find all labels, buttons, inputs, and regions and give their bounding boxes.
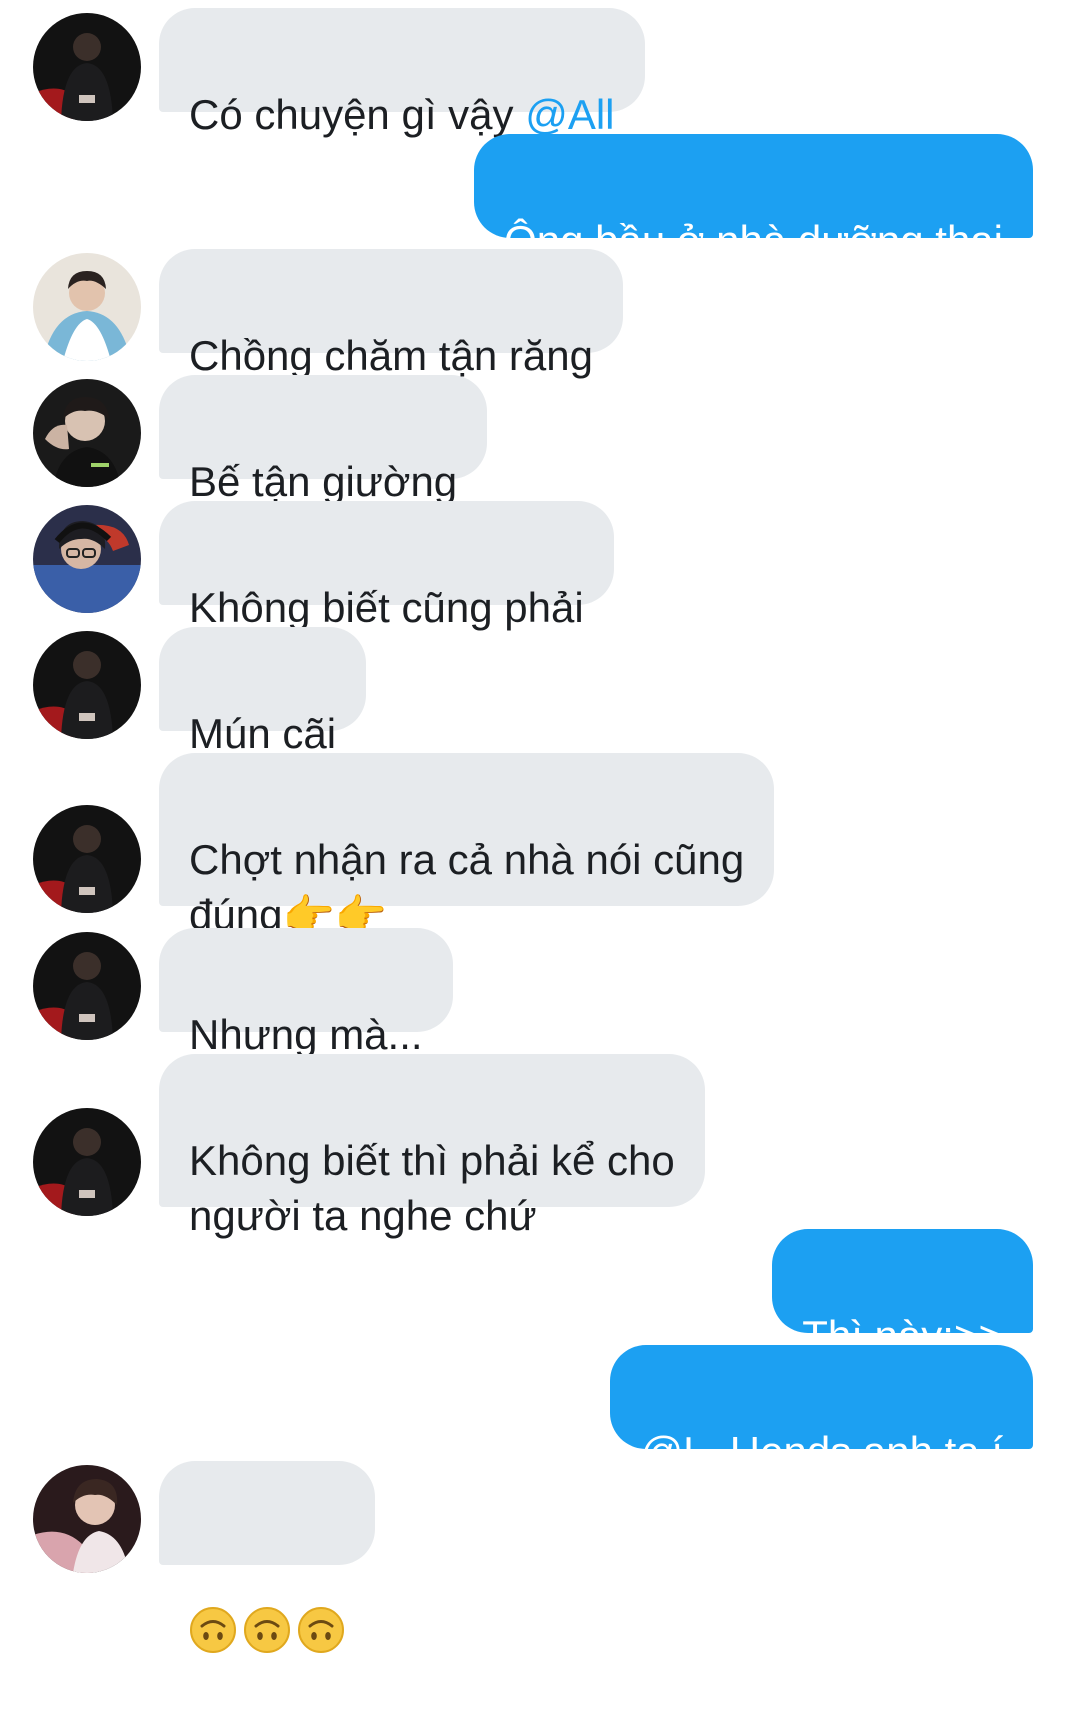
message-text: Chồng chăm tận răng [189, 332, 593, 379]
message-text: Mún cãi [189, 710, 337, 757]
message-row: Thì này:>> [0, 1229, 1077, 1359]
avatar[interactable] [33, 1465, 141, 1573]
message-row: Nhưng mà... [0, 928, 1077, 1058]
message-bubble[interactable] [159, 1461, 375, 1653]
avatar[interactable] [33, 505, 141, 613]
message-text: Chợt nhận ra cả nhà nói cũng đúng [189, 836, 745, 938]
message-bubble[interactable]: Thì này:>> [772, 1229, 1033, 1359]
avatar[interactable] [33, 932, 141, 1040]
avatar[interactable] [33, 805, 141, 913]
message-bubble[interactable]: Chợt nhận ra cả nhà nói cũng đúng👉👉 [159, 753, 775, 938]
message-row: Không biết thì phải kể cho người ta nghe… [0, 1054, 1077, 1239]
avatar[interactable] [33, 253, 141, 361]
message-bubble[interactable]: Chồng chăm tận răng [159, 249, 623, 379]
conversation-thread: Có chuyện gì vậy @All Ông bầu ở nhà dưỡn… [0, 0, 1077, 1717]
message-bubble[interactable]: Ông bầu ở nhà dưỡng thai [474, 134, 1033, 264]
avatar[interactable] [33, 631, 141, 739]
message-row [0, 1461, 1077, 1653]
upside-down-face-icon [243, 1551, 291, 1653]
message-row: Chợt nhận ra cả nhà nói cũng đúng👉👉 [0, 753, 1077, 938]
message-row: Không biết cũng phải [0, 501, 1077, 631]
message-row: @L_Hends anh ta í [0, 1345, 1077, 1475]
avatar[interactable] [33, 13, 141, 121]
upside-down-face-icon [189, 1551, 237, 1653]
message-bubble[interactable]: Có chuyện gì vậy @All [159, 8, 645, 138]
message-bubble[interactable]: Bế tận giường [159, 375, 488, 505]
message-text: Nhưng mà... [189, 1011, 423, 1058]
message-row: Có chuyện gì vậy @All [0, 8, 1077, 138]
message-bubble[interactable]: Nhưng mà... [159, 928, 453, 1058]
message-bubble[interactable]: @L_Hends anh ta í [610, 1345, 1033, 1475]
message-text: Có chuyện gì vậy [189, 91, 526, 138]
message-bubble[interactable]: Không biết thì phải kể cho người ta nghe… [159, 1054, 705, 1239]
message-row: Mún cãi [0, 627, 1077, 757]
message-bubble[interactable]: Mún cãi [159, 627, 367, 757]
message-text: Không biết cũng phải [189, 584, 584, 631]
message-text: Bế tận giường [189, 458, 458, 505]
upside-down-face-icon [297, 1551, 345, 1653]
message-row: Ông bầu ở nhà dưỡng thai [0, 134, 1077, 264]
message-row: Bế tận giường [0, 375, 1077, 505]
avatar[interactable] [33, 1108, 141, 1216]
message-bubble[interactable]: Không biết cũng phải [159, 501, 614, 631]
avatar[interactable] [33, 379, 141, 487]
message-row: Chồng chăm tận răng [0, 249, 1077, 379]
message-text: Không biết thì phải kể cho người ta nghe… [189, 1137, 675, 1239]
mention-link[interactable]: @All [525, 91, 614, 138]
